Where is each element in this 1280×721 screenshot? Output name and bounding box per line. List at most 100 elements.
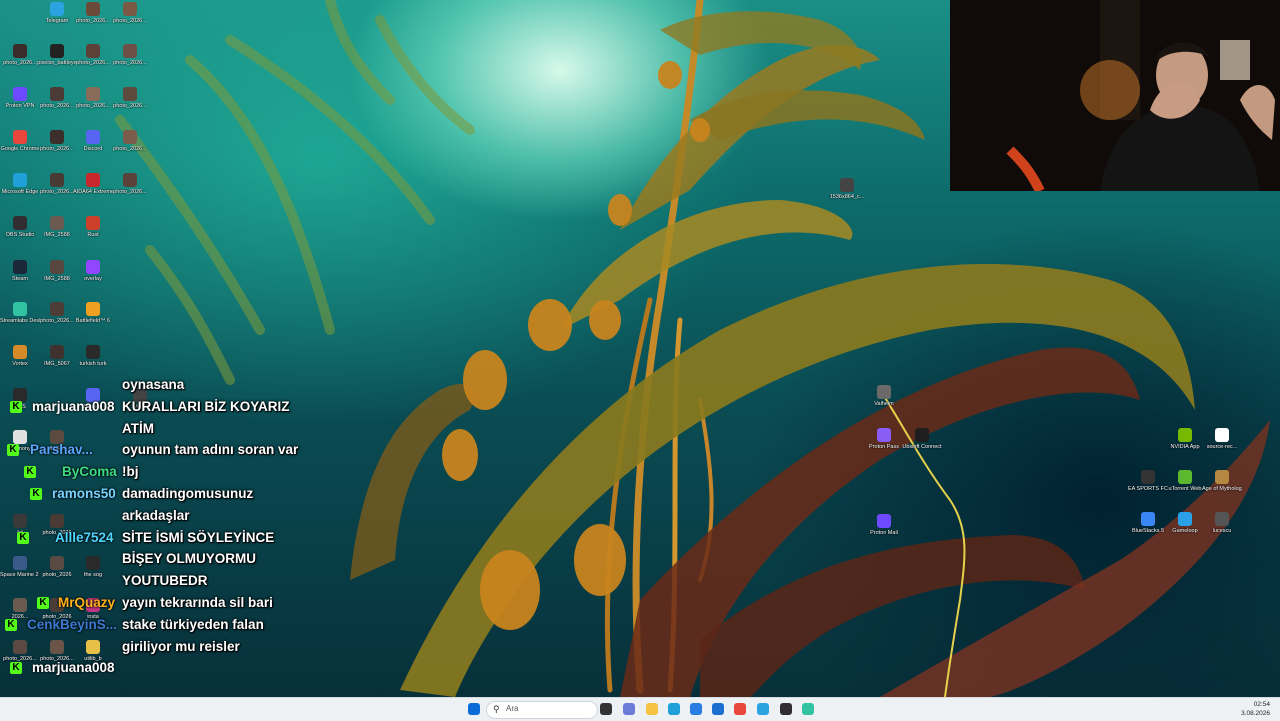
desktop-icon[interactable]: photo_2026... <box>37 87 77 110</box>
desktop-icon[interactable]: photo_2026... <box>110 87 150 110</box>
desktop-icon[interactable]: Steam <box>0 260 40 283</box>
chrome-icon[interactable] <box>734 703 746 715</box>
desktop-icon[interactable]: photo_2026... <box>73 87 113 110</box>
desktop-icon[interactable]: uTorrent Web <box>1165 470 1205 493</box>
desktop-icon[interactable]: BlueStacks 5 <box>1128 512 1168 535</box>
streamer-webcam-image <box>950 0 1280 191</box>
chat-username: ramons50 <box>52 485 116 501</box>
chat-message: K Parshav... oyunun tam adını soran var <box>0 440 320 462</box>
desktop-icon[interactable]: Valheim <box>864 385 904 408</box>
kick-badge-icon: K <box>10 662 22 675</box>
chat-message: K CenkBeyinS... stake türkiyeden falan <box>0 615 320 637</box>
desktop-icon[interactable]: source-rec... <box>1202 428 1242 451</box>
stream-chat-overlay: oynasana Kmarjuana008 KURALLARI BİZ KOYARI… <box>0 375 320 680</box>
desktop-icon-label: Rust <box>87 232 99 238</box>
ms-store-icon[interactable] <box>690 703 702 715</box>
edge-icon[interactable] <box>668 703 680 715</box>
desktop: Telegram photo_2026... photo_2026... photo_… <box>0 0 1280 697</box>
desktop-icon[interactable]: Microsoft Edge <box>0 173 40 196</box>
app-icon <box>86 130 100 144</box>
desktop-icon[interactable]: Vortex <box>0 345 40 368</box>
desktop-icon[interactable]: NVIDIA App <box>1165 428 1205 451</box>
desktop-icon[interactable]: Battlefield™ 6 <box>73 302 113 325</box>
telegram-icon[interactable] <box>757 703 769 715</box>
desktop-icon[interactable]: Ubisoft Connect <box>902 428 942 451</box>
desktop-icon[interactable]: Google Chrome <box>0 130 40 153</box>
desktop-icon[interactable]: photo_2026... <box>110 44 150 67</box>
taskbar-search[interactable]: ⚲ Ara <box>486 701 598 719</box>
obs-icon[interactable] <box>780 703 792 715</box>
app-icon <box>86 173 100 187</box>
desktop-icon[interactable]: Proton Pass <box>864 428 904 451</box>
desktop-icon[interactable]: OBS Studio <box>0 216 40 239</box>
app-icon <box>123 87 137 101</box>
desktop-icon[interactable]: photo_2026... <box>110 130 150 153</box>
kick-badge-icon: K <box>5 618 17 631</box>
desktop-icon[interactable]: Rust <box>73 216 113 239</box>
chat-message: oynasana <box>0 375 320 397</box>
start-icon[interactable] <box>468 703 480 715</box>
chat-message: giriliyor mu reisler <box>0 637 320 659</box>
desktop-icon[interactable]: photo_2026... <box>37 130 77 153</box>
desktop-icon[interactable]: photo_2026... <box>0 44 40 67</box>
desktop-icon[interactable]: photo_2026... <box>110 173 150 196</box>
desktop-icon[interactable]: pixelsn_battleye <box>37 44 77 67</box>
app-icon <box>50 173 64 187</box>
streamlabs-icon[interactable] <box>802 703 814 715</box>
desktop-icon[interactable]: lucescu <box>1202 512 1242 535</box>
desktop-icon[interactable]: AIDA64 Extreme <box>73 173 113 196</box>
kick-badge-icon: K <box>37 596 49 609</box>
desktop-icon-label: photo_2026... <box>113 60 147 66</box>
desktop-icon[interactable]: IMG_2588 <box>37 260 77 283</box>
app-icon <box>1215 470 1229 484</box>
app-icon <box>840 178 854 192</box>
copilot-icon[interactable] <box>623 703 635 715</box>
desktop-icon[interactable]: Proton VPN <box>0 87 40 110</box>
app-icon <box>13 173 27 187</box>
desktop-icon[interactable]: Gameloop <box>1165 512 1205 535</box>
desktop-icon-label: photo_2026... <box>113 18 147 24</box>
desktop-icon-label: NVIDIA App <box>1170 444 1200 450</box>
desktop-icon[interactable]: IMG_5067 <box>37 345 77 368</box>
desktop-icon-label: BlueStacks 5 <box>1131 528 1165 534</box>
file-explorer-icon[interactable] <box>646 703 658 715</box>
chat-message: Kramons50 damadingomusunuz <box>0 484 320 506</box>
desktop-icon[interactable]: IMG_2588 <box>37 216 77 239</box>
desktop-icon-label: photo_2026... <box>40 189 74 195</box>
desktop-icon[interactable]: Telegram <box>37 2 77 25</box>
app-icon <box>915 428 929 442</box>
app-icon <box>1178 512 1192 526</box>
desktop-icon[interactable]: photo_2026... <box>73 2 113 25</box>
clock-time: 02:54 <box>1253 701 1270 708</box>
desktop-icon[interactable]: photo_2026... <box>73 44 113 67</box>
app-icon <box>86 302 100 316</box>
desktop-icon[interactable]: Streamlabs Desktop <box>0 302 40 325</box>
desktop-icon-label: Proton Mail <box>870 530 898 536</box>
desktop-icon[interactable]: 1536x864_c... <box>827 178 867 201</box>
kick-badge-icon: K <box>10 400 22 413</box>
clock-date: 3.08.2026 <box>1241 710 1270 717</box>
chat-message: K MrQuazy yayın tekrarında sil bari <box>0 593 320 615</box>
desktop-icon[interactable]: Proton Mail <box>864 514 904 537</box>
app-icon <box>13 345 27 359</box>
desktop-icon-label: Vortex <box>12 361 28 367</box>
desktop-icon-label: uTorrent Web <box>1168 486 1202 492</box>
desktop-icon[interactable]: overlay <box>73 260 113 283</box>
mail-icon[interactable] <box>712 703 724 715</box>
app-icon <box>50 44 64 58</box>
desktop-icon[interactable]: EA SPORTS FC™ 26 <box>1128 470 1168 493</box>
desktop-icon[interactable]: Age of Mythology <box>1202 470 1242 493</box>
task-view-icon[interactable] <box>600 703 612 715</box>
chat-text: ATİM <box>122 420 154 436</box>
system-clock[interactable]: 02:54 3.08.2026 <box>1241 700 1270 718</box>
chat-username: MrQuazy <box>58 594 116 610</box>
desktop-icon-label: EA SPORTS FC™ 26 <box>1128 486 1168 492</box>
app-icon <box>1178 470 1192 484</box>
app-icon <box>50 130 64 144</box>
desktop-icon[interactable]: turkish turk <box>73 345 113 368</box>
desktop-icon[interactable]: Discord <box>73 130 113 153</box>
desktop-icon[interactable]: photo_2026... <box>37 302 77 325</box>
desktop-icon[interactable]: photo_2026... <box>110 2 150 25</box>
desktop-icon[interactable]: photo_2026... <box>37 173 77 196</box>
desktop-icon-label: photo_2026... <box>40 146 74 152</box>
